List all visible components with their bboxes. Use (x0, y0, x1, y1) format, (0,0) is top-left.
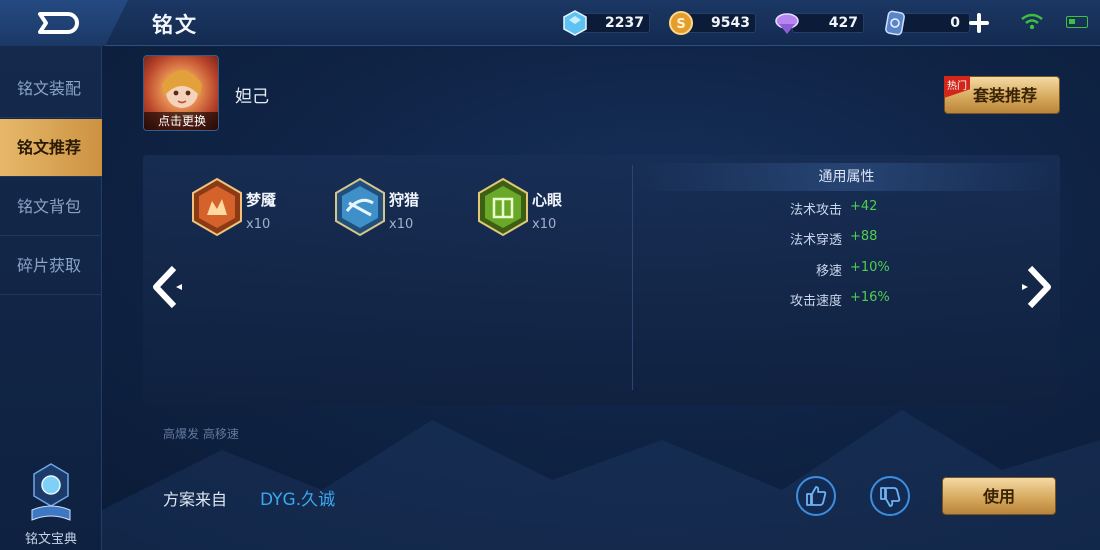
hunting-rune-icon (335, 177, 385, 237)
sidebar-item-fragment-source[interactable]: 碎片获取 (0, 237, 102, 295)
gem-counter: 427 (774, 8, 864, 38)
attribute-label: 法术攻击 (789, 203, 842, 218)
next-arrow-icon[interactable] (1018, 262, 1058, 312)
rune-screen: 铭文 2237 S 9543 427 0 铭文装配 铭文推荐 铭文背包 碎片获取… (0, 0, 1100, 550)
sidebar-item-rune-bag[interactable]: 铭文背包 (0, 178, 102, 236)
dislike-button[interactable] (870, 476, 910, 516)
like-button[interactable] (796, 476, 836, 516)
rune-name: 心眼 (532, 191, 563, 209)
svg-text:S: S (676, 17, 685, 32)
source-label: 方案来自 (163, 490, 228, 509)
nightmare-rune-icon (192, 177, 242, 237)
attribute-label: 法术穿透 (789, 233, 842, 248)
wifi-icon (1021, 13, 1043, 30)
codex-book-icon (31, 463, 71, 521)
attribute-value: +42 (850, 199, 878, 214)
add-voucher-icon[interactable] (968, 12, 990, 34)
rune-count: x10 (246, 217, 271, 232)
crystal-icon (563, 10, 587, 36)
voucher-icon (885, 10, 905, 36)
previous-arrow-icon[interactable] (146, 262, 186, 312)
thumbs-down-icon (880, 487, 901, 507)
panel-divider (632, 165, 633, 390)
rune-count: x10 (532, 217, 557, 232)
attribute-value: +10% (850, 260, 890, 275)
rune-item[interactable]: 狩猎 x10 (333, 177, 473, 237)
back-icon[interactable] (36, 10, 82, 36)
gem-icon (775, 13, 799, 34)
attribute-value: +88 (850, 229, 878, 244)
attribute-label: 移速 (815, 264, 842, 279)
rune-codex-button[interactable]: 铭文宝典 (18, 462, 84, 550)
rune-item[interactable]: 梦魇 x10 (190, 177, 330, 237)
sidebar: 铭文装配 铭文推荐 铭文背包 碎片获取 铭文宝典 (0, 46, 102, 550)
attribute-value: +16% (850, 290, 890, 305)
page-title: 铭文 (152, 13, 198, 37)
codex-label: 铭文宝典 (24, 532, 77, 547)
gold-counter: S 9543 (668, 8, 756, 38)
crystal-counter: 2237 (562, 8, 650, 38)
rune-count: x10 (389, 217, 414, 232)
attributes-header: 通用属性 (633, 163, 1060, 191)
source-author-link[interactable]: DYG.久诚 (260, 485, 335, 510)
plan-tags: 高爆发 高移速 (163, 427, 239, 441)
gold-coin-icon: S (669, 11, 693, 35)
thumbs-up-icon (806, 486, 827, 506)
change-hero-label: 点击更换 (144, 112, 218, 130)
sidebar-item-rune-equip[interactable]: 铭文装配 (0, 60, 102, 118)
use-button[interactable]: 使用 (942, 477, 1056, 515)
rune-name: 狩猎 (389, 191, 420, 209)
battery-icon (1066, 16, 1088, 28)
attribute-label: 攻击速度 (789, 294, 842, 309)
rune-name: 梦魇 (246, 191, 277, 209)
hero-name: 妲己 (235, 87, 269, 107)
sidebar-item-rune-recommend[interactable]: 铭文推荐 (0, 119, 102, 177)
hero-avatar[interactable]: 点击更换 (143, 55, 219, 131)
top-bar: 铭文 2237 S 9543 427 0 (0, 0, 1100, 46)
insight-rune-icon (478, 177, 528, 237)
rune-item[interactable]: 心眼 x10 (476, 177, 616, 237)
voucher-counter: 0 (882, 8, 970, 38)
